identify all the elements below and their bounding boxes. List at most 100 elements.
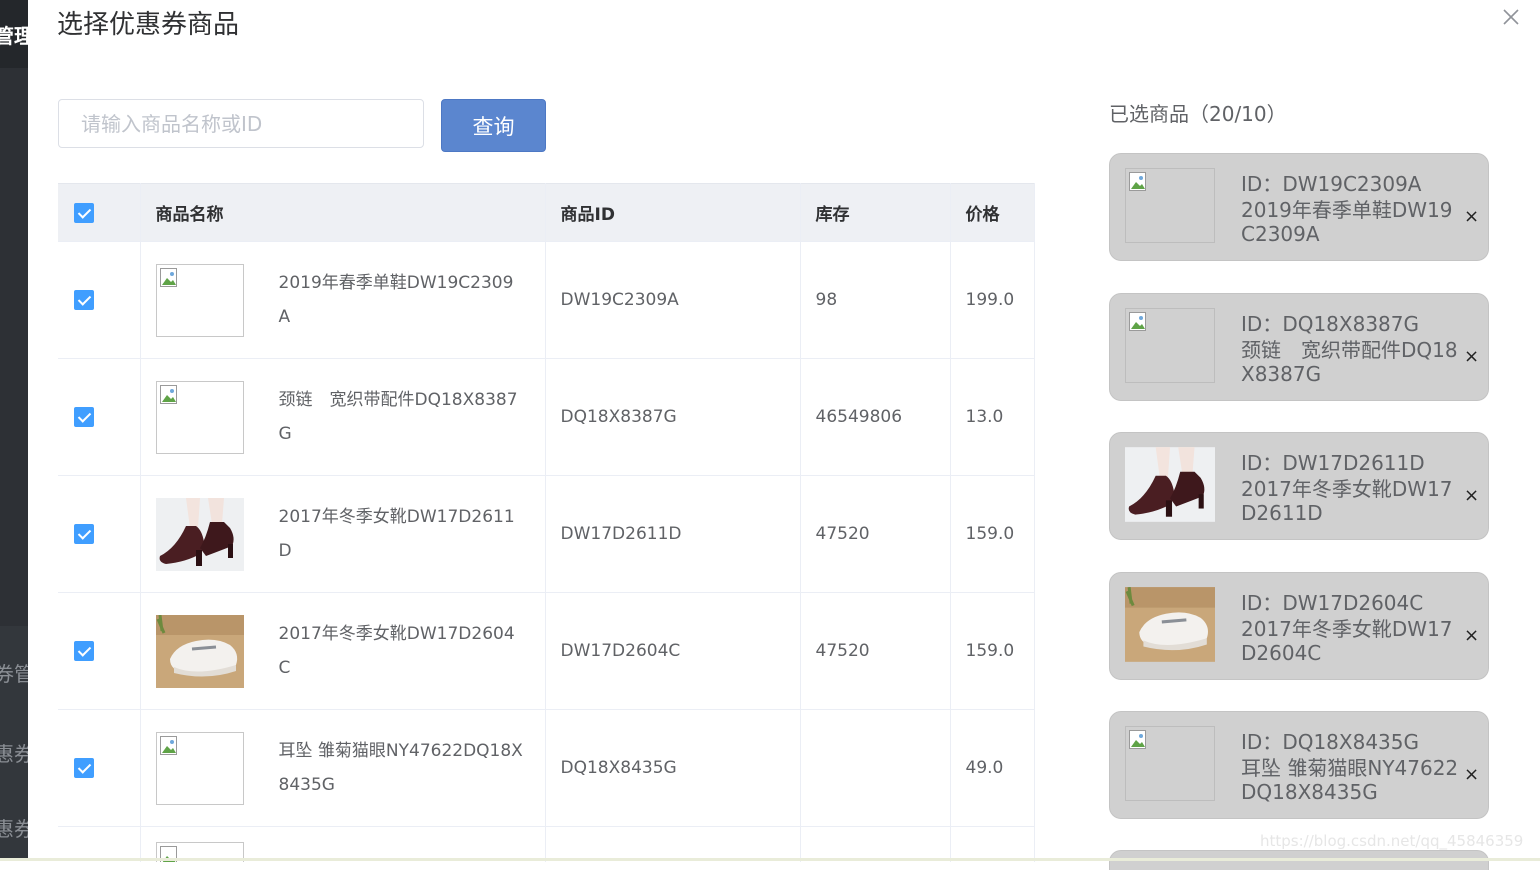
row-checkbox-cell [58,592,141,710]
column-header-name[interactable]: 商品名称 [140,183,546,242]
remove-icon[interactable]: × [1464,766,1479,784]
selected-goods-thumbnail [1125,447,1215,522]
id-prefix: ID： [1241,730,1283,754]
search-input[interactable] [58,99,424,148]
goods-price: 13.0 [950,358,1035,476]
goods-price: 159.0 [950,592,1035,710]
broken-image-icon [159,735,177,755]
select-goods-dialog: 选择优惠券商品 查询 商品名称 商品ID 库存 价格 [28,0,1540,870]
selected-goods-name: 2019年春季单鞋DW19C2309A [1241,198,1453,246]
row-checkbox[interactable] [74,641,94,661]
id-value: DQ18X8387G [1282,312,1420,336]
goods-name: 2017年冬季女靴DW17D2604C [278,624,515,678]
search-button[interactable]: 查询 [441,99,546,152]
row-checkbox-cell [58,358,141,476]
goods-name: 2017年冬季女靴DW17D2611D [278,507,515,561]
broken-image-icon [159,384,177,404]
goods-id: DW19C2309A [545,241,801,359]
selected-goods-card: ID：DW17D2604C 2017年冬季女靴DW17D2604C × [1109,572,1489,680]
background-sidebar-title: 管理 [0,24,28,48]
goods-id: DW17D2611D [545,475,801,593]
selected-goods-thumbnail [1125,168,1215,243]
broken-image-icon [159,267,177,287]
select-all-checkbox[interactable] [74,202,94,223]
goods-name-cell: 颈链 宽织带配件DQ18X8387G [140,358,546,476]
goods-name: 2019年春季单鞋DW19C2309A [278,273,514,327]
sneaker-photo [155,614,244,688]
table-row[interactable]: 2017年冬季女靴DW17D2604C DW17D2604C 47520 159… [58,592,1035,710]
remove-icon[interactable]: × [1464,348,1479,366]
selected-goods-card: ID：DQ18X8387G 颈链 宽织带配件DQ18X8387G × [1109,293,1489,401]
goods-name-cell: 2017年冬季女靴DW17D2611D [140,475,546,593]
row-checkbox[interactable] [74,290,94,310]
goods-id: DQ18X8387G [545,358,801,476]
background-menu-item[interactable]: 惠券 [0,738,28,767]
row-checkbox-cell [58,826,141,862]
selected-goods-name: 2017年冬季女靴DW17D2611D [1241,477,1453,525]
goods-name: 耳坠 雏菊猫眼NY47622DQ18X8435G [278,741,523,795]
column-header-stock[interactable]: 库存 [800,183,951,242]
remove-icon[interactable]: × [1464,627,1479,645]
column-header-id[interactable]: 商品ID [545,183,801,242]
goods-table: 商品名称 商品ID 库存 价格 2019年春季单鞋DW19C2309A DW19… [58,183,1035,862]
goods-thumbnail [155,380,244,454]
goods-name-cell [140,826,546,862]
boot-photo [155,497,244,571]
dialog-title: 选择优惠券商品 [57,10,240,40]
selected-goods-id: ID：DW17D2604C [1241,587,1423,616]
id-prefix: ID： [1241,591,1283,615]
goods-thumbnail [155,263,244,337]
selected-goods-card: ID：DW17D2611D 2017年冬季女靴DW17D2611D × [1109,432,1489,540]
goods-id: DW17D2604C [545,592,801,710]
row-checkbox[interactable] [74,758,94,778]
close-icon[interactable] [1500,6,1522,28]
row-checkbox-cell [58,475,141,593]
goods-thumbnail [155,731,244,805]
goods-price: 49.0 [950,709,1035,827]
table-header-row: 商品名称 商品ID 库存 价格 [58,183,1035,242]
goods-stock: 47520 [800,475,951,593]
id-prefix: ID： [1241,312,1283,336]
goods-stock [800,709,951,827]
goods-id: DQ18X8435G [545,709,801,827]
goods-name-cell: 耳坠 雏菊猫眼NY47622DQ18X8435G [140,709,546,827]
id-value: DQ18X8435G [1282,730,1420,754]
row-checkbox[interactable] [74,407,94,427]
select-all-cell [58,183,141,242]
selected-goods-card: ID：DQ18X8435G 耳坠 雏菊猫眼NY47622DQ18X8435G × [1109,711,1489,819]
id-value: DW17D2611D [1282,451,1425,475]
table-row[interactable]: 2019年春季单鞋DW19C2309A DW19C2309A 98 199.0 [58,241,1035,359]
selected-goods-thumbnail [1125,726,1215,801]
goods-name-cell: 2017年冬季女靴DW17D2604C [140,592,546,710]
column-header-price[interactable]: 价格 [950,183,1035,242]
remove-icon[interactable]: × [1464,487,1479,505]
table-row[interactable]: 颈链 宽织带配件DQ18X8387G DQ18X8387G 46549806 1… [58,358,1035,476]
goods-name: 颈链 宽织带配件DQ18X8387G [278,390,518,444]
id-prefix: ID： [1241,451,1283,475]
boot-photo [1125,447,1215,522]
selected-goods-title: 已选商品（20/10） [1109,102,1287,126]
goods-thumbnail [155,497,244,571]
remove-icon[interactable]: × [1464,208,1479,226]
row-checkbox[interactable] [74,524,94,544]
table-row[interactable]: 2017年冬季女靴DW17D2611D DW17D2611D 47520 159… [58,475,1035,593]
selected-goods-id: ID：DQ18X8387G [1241,308,1419,337]
background-sidebar: 管理 券管 惠券 惠券 [0,0,28,861]
broken-image-icon [1129,312,1146,331]
selected-goods-thumbnail [1125,587,1215,662]
row-checkbox-cell [58,241,141,359]
background-menu-item[interactable]: 券管 [0,658,28,687]
selected-goods-name: 颈链 宽织带配件DQ18X8387G [1241,338,1458,386]
selected-goods-id: ID：DW19C2309A [1241,168,1421,197]
selected-goods-id: ID：DW17D2611D [1241,447,1425,476]
table-row[interactable] [58,826,1035,862]
goods-price: 159.0 [950,475,1035,593]
id-value: DW17D2604C [1282,591,1424,615]
selected-goods-name: 2017年冬季女靴DW17D2604C [1241,617,1453,665]
selected-goods-thumbnail [1125,308,1215,383]
background-menu-item[interactable]: 惠券 [0,813,28,842]
sneaker-photo [1125,587,1215,662]
goods-name-cell: 2019年春季单鞋DW19C2309A [140,241,546,359]
table-row[interactable]: 耳坠 雏菊猫眼NY47622DQ18X8435G DQ18X8435G 49.0 [58,709,1035,827]
goods-price: 199.0 [950,241,1035,359]
